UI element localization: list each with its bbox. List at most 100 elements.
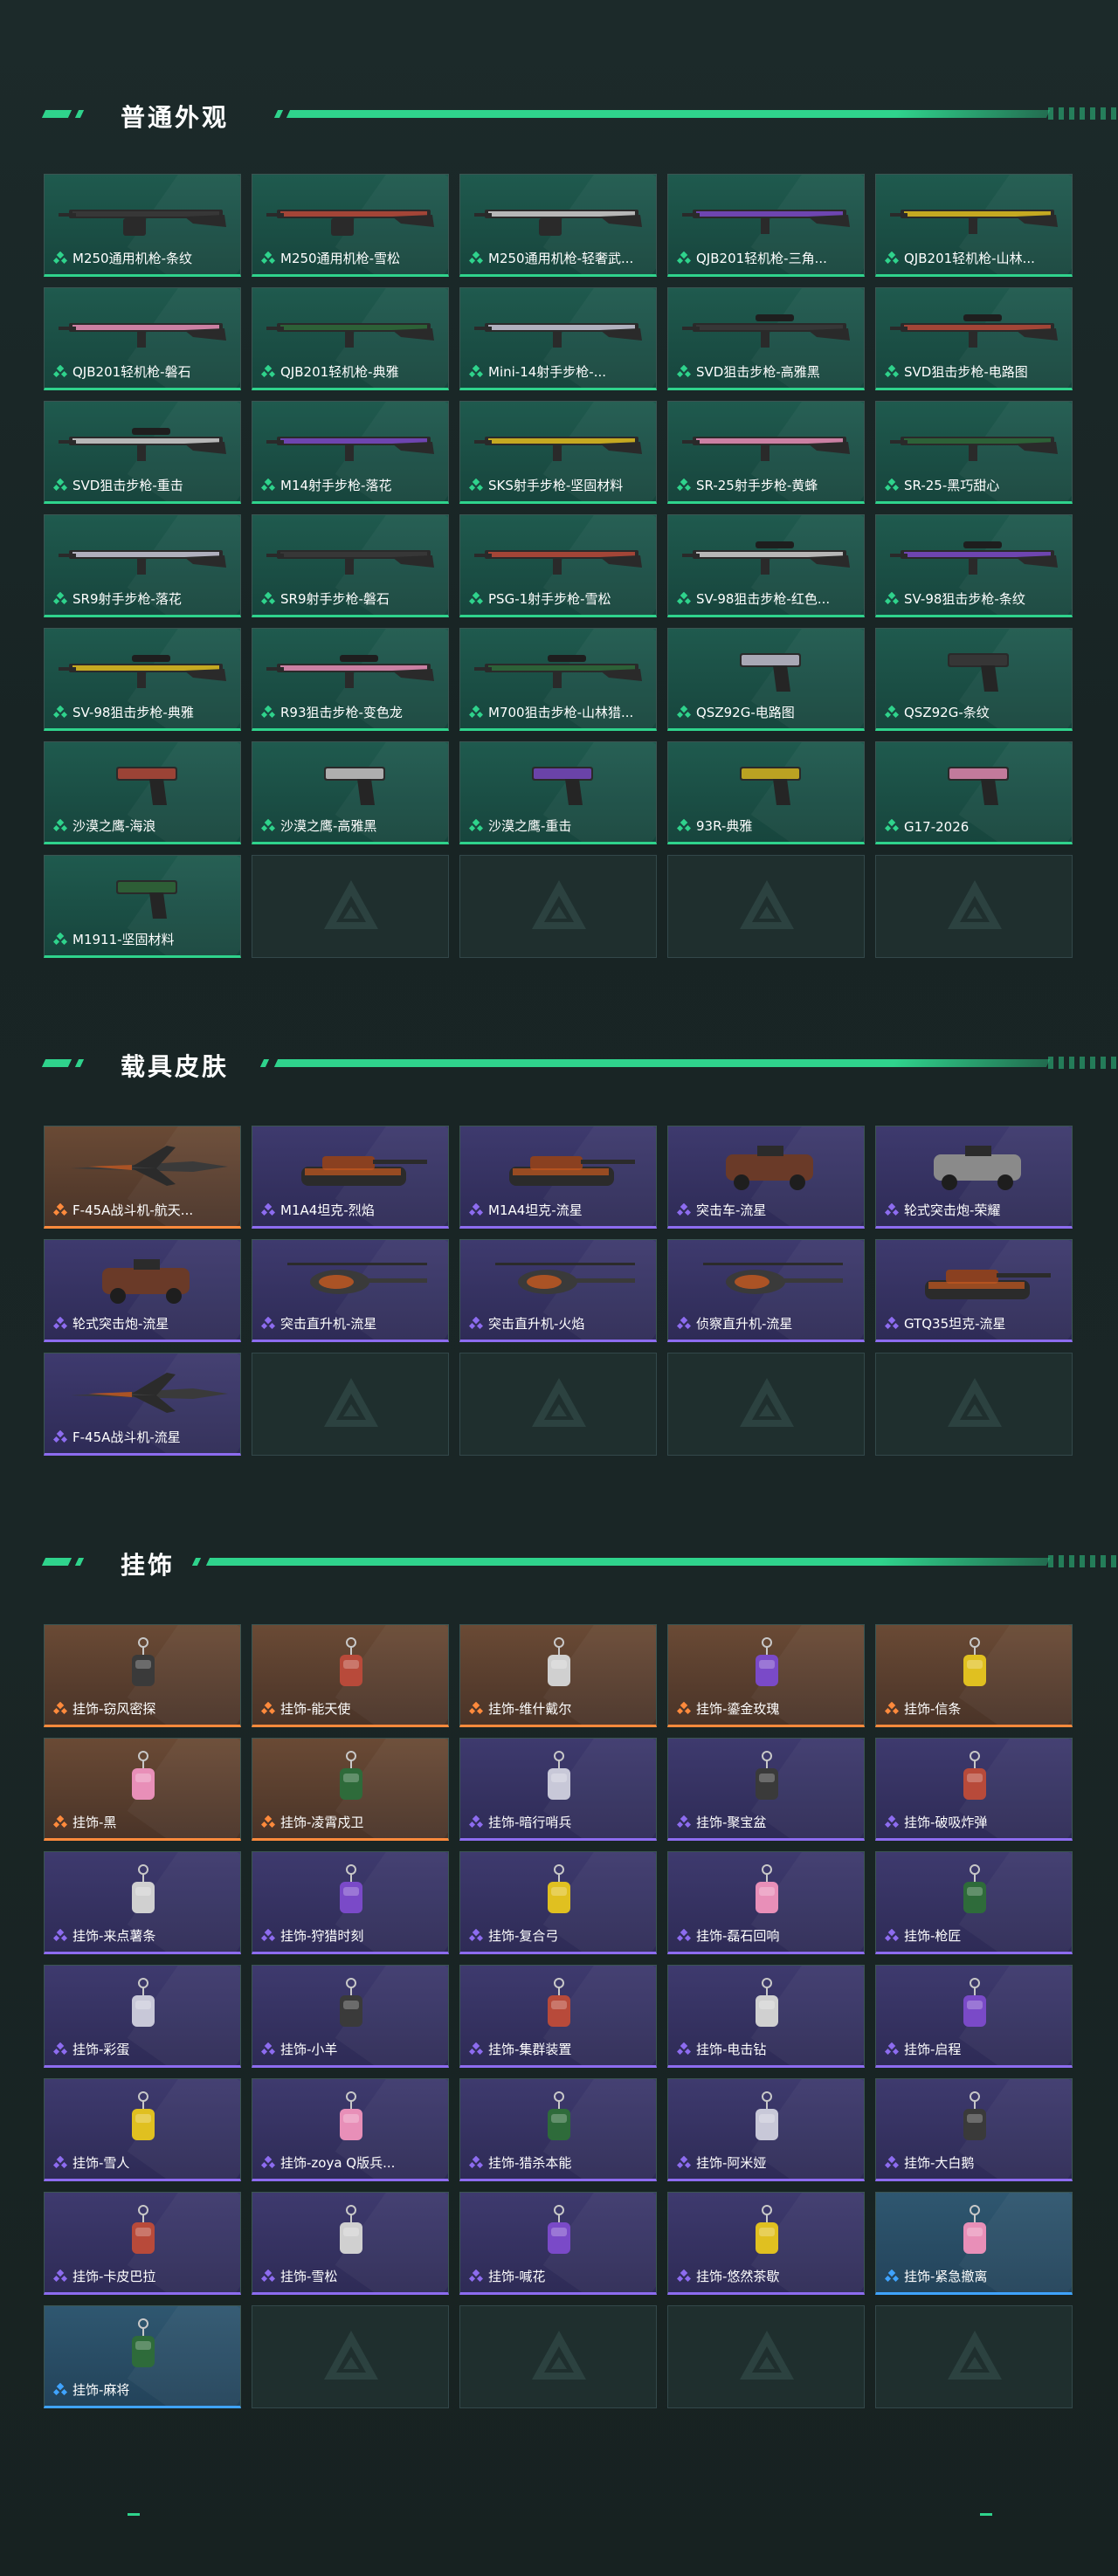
charm-icon xyxy=(963,2205,986,2254)
rarity-icon xyxy=(677,479,691,492)
item-card[interactable]: 挂饰-狩猎时刻 xyxy=(252,1851,449,1954)
item-card[interactable]: 挂饰-麻将 xyxy=(44,2305,241,2408)
item-card[interactable]: PSG-1射手步枪-雪松 xyxy=(459,514,657,617)
empty-slot xyxy=(667,855,865,958)
game-logo-watermark-icon xyxy=(948,880,1002,929)
item-card[interactable]: SR-25射手步枪-黄蜂 xyxy=(667,401,865,504)
sniper-rifle-icon xyxy=(682,541,850,575)
item-card[interactable]: SR-25-黑巧甜心 xyxy=(875,401,1073,504)
item-card[interactable]: R93狙击步枪-变色龙 xyxy=(252,628,449,731)
rarity-icon xyxy=(677,2042,691,2056)
item-card[interactable]: 挂饰-信条 xyxy=(875,1624,1073,1727)
item-label: G17-2026 xyxy=(904,819,970,835)
item-card[interactable]: 沙漠之鹰-海浪 xyxy=(44,741,241,844)
item-card[interactable]: QJB201轻机枪-典雅 xyxy=(252,287,449,390)
item-card[interactable]: 挂饰-彩蛋 xyxy=(44,1965,241,2068)
item-card[interactable]: 挂饰-聚宝盆 xyxy=(667,1738,865,1841)
item-card[interactable]: SV-98狙击步枪-红色... xyxy=(667,514,865,617)
item-card[interactable]: M1911-坚固材料 xyxy=(44,855,241,958)
pistol-icon xyxy=(740,653,801,692)
item-card[interactable]: 挂饰-阿米娅 xyxy=(667,2078,865,2181)
item-card[interactable]: M250通用机枪-轻奢武... xyxy=(459,174,657,277)
item-card[interactable]: 挂饰-维什戴尔 xyxy=(459,1624,657,1727)
item-card[interactable]: M250通用机枪-条纹 xyxy=(44,174,241,277)
rarity-icon xyxy=(885,1815,899,1829)
item-card[interactable]: 挂饰-破吸炸弹 xyxy=(875,1738,1073,1841)
pistol-icon xyxy=(324,767,385,805)
charm-icon xyxy=(340,1864,362,1913)
item-card[interactable]: 挂饰-启程 xyxy=(875,1965,1073,2068)
item-label: M1A4坦克-烈焰 xyxy=(280,1202,375,1218)
item-card[interactable]: 挂饰-雪松 xyxy=(252,2192,449,2295)
item-card[interactable]: M1A4坦克-流星 xyxy=(459,1126,657,1229)
item-card[interactable]: 轮式突击炮-流星 xyxy=(44,1239,241,1342)
item-card[interactable]: SVD狙击步枪-高雅黑 xyxy=(667,287,865,390)
item-card[interactable]: 沙漠之鹰-重击 xyxy=(459,741,657,844)
charm-icon xyxy=(340,1978,362,2027)
item-card[interactable]: M700狙击步枪-山林猎... xyxy=(459,628,657,731)
pistol-icon xyxy=(948,767,1009,805)
item-card[interactable]: 挂饰-猎杀本能 xyxy=(459,2078,657,2181)
item-card[interactable]: 挂饰-能天使 xyxy=(252,1624,449,1727)
rarity-icon xyxy=(469,2042,483,2056)
item-card[interactable]: 挂饰-雪人 xyxy=(44,2078,241,2181)
item-card[interactable]: SR9射手步枪-落花 xyxy=(44,514,241,617)
item-card[interactable]: SV-98狙击步枪-典雅 xyxy=(44,628,241,731)
item-card[interactable]: 挂饰-暗行哨兵 xyxy=(459,1738,657,1841)
rifle-icon xyxy=(59,550,226,575)
item-card[interactable]: QSZ92G-条纹 xyxy=(875,628,1073,731)
item-card[interactable]: SVD狙击步枪-重击 xyxy=(44,401,241,504)
item-card[interactable]: F-45A战斗机-航天... xyxy=(44,1126,241,1229)
item-card[interactable]: QSZ92G-电路图 xyxy=(667,628,865,731)
rarity-icon xyxy=(469,1702,483,1715)
empty-slot xyxy=(875,1353,1073,1456)
item-card[interactable]: 挂饰-大白鹅 xyxy=(875,2078,1073,2181)
item-card[interactable]: QJB201轻机枪-三角... xyxy=(667,174,865,277)
item-card[interactable]: G17-2026 xyxy=(875,741,1073,844)
item-card[interactable]: 突击直升机-火焰 xyxy=(459,1239,657,1342)
item-card[interactable]: 挂饰-小羊 xyxy=(252,1965,449,2068)
item-card[interactable]: Mini-14射手步枪-... xyxy=(459,287,657,390)
section-header-charms: 挂饰 xyxy=(0,1545,1118,1580)
item-card[interactable]: 沙漠之鹰-高雅黑 xyxy=(252,741,449,844)
item-label: 挂饰-聚宝盆 xyxy=(696,1815,767,1830)
item-card[interactable]: 侦察直升机-流星 xyxy=(667,1239,865,1342)
item-card[interactable]: 挂饰-复合弓 xyxy=(459,1851,657,1954)
item-label: F-45A战斗机-航天... xyxy=(72,1202,194,1218)
item-card[interactable]: 挂饰-黑 xyxy=(44,1738,241,1841)
item-card[interactable]: 挂饰-电击钻 xyxy=(667,1965,865,2068)
item-card[interactable]: 挂饰-喊花 xyxy=(459,2192,657,2295)
item-card[interactable]: 轮式突击炮-荣耀 xyxy=(875,1126,1073,1229)
item-card[interactable]: SVD狙击步枪-电路图 xyxy=(875,287,1073,390)
item-card[interactable]: 挂饰-悠然茶歇 xyxy=(667,2192,865,2295)
item-card[interactable]: 挂饰-凌霄戍卫 xyxy=(252,1738,449,1841)
item-card[interactable]: 挂饰-磊石回响 xyxy=(667,1851,865,1954)
item-card[interactable]: M1A4坦克-烈焰 xyxy=(252,1126,449,1229)
fighter-jet-icon xyxy=(71,1146,228,1186)
item-label: SR9射手步枪-落花 xyxy=(72,591,182,607)
section-title: 普通外观 xyxy=(121,103,230,132)
item-card[interactable]: QJB201轻机枪-山林... xyxy=(875,174,1073,277)
item-card[interactable]: 挂饰-卡皮巴拉 xyxy=(44,2192,241,2295)
item-card[interactable]: 93R-典雅 xyxy=(667,741,865,844)
item-card[interactable]: M14射手步枪-落花 xyxy=(252,401,449,504)
item-card[interactable]: 挂饰-来点薯条 xyxy=(44,1851,241,1954)
item-card[interactable]: QJB201轻机枪-磐石 xyxy=(44,287,241,390)
item-card[interactable]: 挂饰-集群装置 xyxy=(459,1965,657,2068)
item-card[interactable]: F-45A战斗机-流星 xyxy=(44,1353,241,1456)
item-card[interactable]: SR9射手步枪-磐石 xyxy=(252,514,449,617)
sniper-rifle-icon xyxy=(682,314,850,348)
item-card[interactable]: 挂饰-枪匠 xyxy=(875,1851,1073,1954)
rarity-icon xyxy=(885,819,899,832)
item-card[interactable]: 挂饰-紧急撤离 xyxy=(875,2192,1073,2295)
item-card[interactable]: GTQ35坦克-流星 xyxy=(875,1239,1073,1342)
item-card[interactable]: 挂饰-zoya Q版兵... xyxy=(252,2078,449,2181)
charm-icon xyxy=(548,2205,570,2254)
item-card[interactable]: SV-98狙击步枪-条纹 xyxy=(875,514,1073,617)
item-card[interactable]: 突击直升机-流星 xyxy=(252,1239,449,1342)
item-card[interactable]: 挂饰-窃风密探 xyxy=(44,1624,241,1727)
item-card[interactable]: 挂饰-鎏金玫瑰 xyxy=(667,1624,865,1727)
item-card[interactable]: M250通用机枪-雪松 xyxy=(252,174,449,277)
item-card[interactable]: SKS射手步枪-坚固材料 xyxy=(459,401,657,504)
item-card[interactable]: 突击车-流星 xyxy=(667,1126,865,1229)
